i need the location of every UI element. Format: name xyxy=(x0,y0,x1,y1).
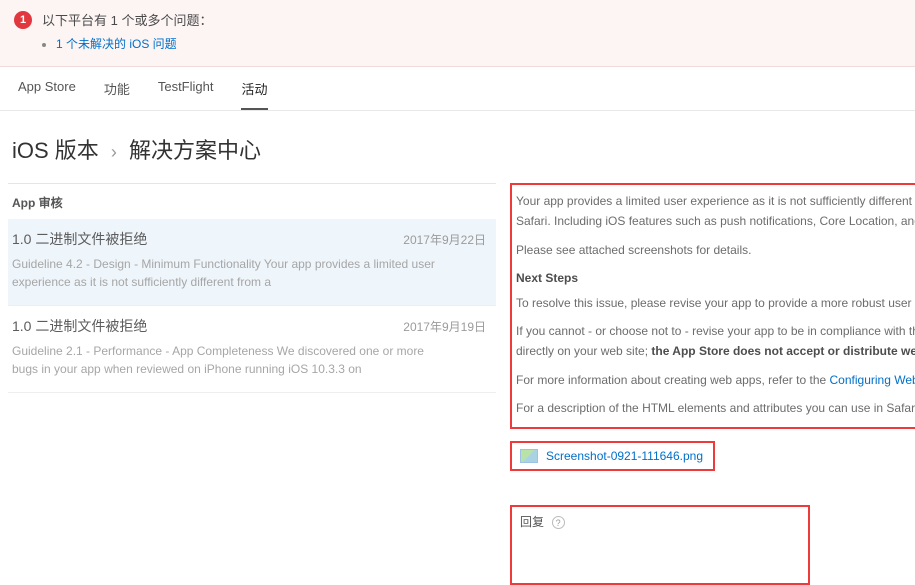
review-item-summary: Guideline 2.1 - Performance - App Comple… xyxy=(12,342,442,378)
review-item-title: 1.0 二进制文件被拒绝 xyxy=(12,316,147,336)
detail-line: Please see attached screenshots for deta… xyxy=(516,240,915,260)
tab-app-store[interactable]: App Store xyxy=(18,79,76,110)
next-steps-heading: Next Steps xyxy=(516,268,915,288)
review-item-date: 2017年9月19日 xyxy=(403,318,486,335)
alert-title: 以下平台有 1 个或多个问题： xyxy=(42,10,212,29)
breadcrumb: iOS 版本 › 解决方案中心 xyxy=(0,111,915,183)
platform-issues-alert: 1 以下平台有 1 个或多个问题： 1 个未解决的 iOS 问题 xyxy=(0,0,915,67)
help-icon[interactable]: ? xyxy=(552,516,565,529)
configuring-web-apps-link[interactable]: Configuring Web Applic xyxy=(830,373,915,387)
rejection-message-box: Your app provides a limited user experie… xyxy=(510,183,915,429)
top-tabs: App Store 功能 TestFlight 活动 xyxy=(0,67,915,111)
review-item-title: 1.0 二进制文件被拒绝 xyxy=(12,229,147,249)
breadcrumb-seg-1[interactable]: iOS 版本 xyxy=(12,138,99,163)
review-item[interactable]: 1.0 二进制文件被拒绝 2017年9月22日 Guideline 4.2 - … xyxy=(8,219,496,306)
review-item[interactable]: 1.0 二进制文件被拒绝 2017年9月19日 Guideline 2.1 - … xyxy=(8,306,496,393)
detail-line: Safari. Including iOS features such as p… xyxy=(516,211,915,231)
unresolved-ios-issue-link[interactable]: 1 个未解决的 iOS 问题 xyxy=(56,37,177,51)
detail-line: directly on your web site; the App Store… xyxy=(516,341,915,361)
attachment-box: Screenshot-0921-111646.png xyxy=(510,441,715,471)
tab-activity[interactable]: 活动 xyxy=(241,79,267,110)
detail-line: For a description of the HTML elements a… xyxy=(516,398,915,418)
tab-features[interactable]: 功能 xyxy=(104,79,130,110)
alert-list-item: 1 个未解决的 iOS 问题 xyxy=(56,35,901,52)
tab-testflight[interactable]: TestFlight xyxy=(158,79,214,110)
alert-count-badge: 1 xyxy=(14,11,32,29)
detail-line: If you cannot - or choose not to - revis… xyxy=(516,321,915,341)
breadcrumb-seg-2: 解决方案中心 xyxy=(129,138,261,163)
detail-line: To resolve this issue, please revise you… xyxy=(516,293,915,313)
detail-line: Your app provides a limited user experie… xyxy=(516,191,915,211)
review-item-date: 2017年9月22日 xyxy=(403,231,486,248)
review-detail-panel: Your app provides a limited user experie… xyxy=(496,183,915,585)
image-file-icon xyxy=(520,449,538,463)
review-item-summary: Guideline 4.2 - Design - Minimum Functio… xyxy=(12,255,442,291)
reply-label: 回复 xyxy=(520,515,544,529)
attachment-link[interactable]: Screenshot-0921-111646.png xyxy=(546,449,703,463)
detail-line: For more information about creating web … xyxy=(516,370,915,390)
review-list-panel: App 审核 1.0 二进制文件被拒绝 2017年9月22日 Guideline… xyxy=(8,183,496,585)
app-review-heading: App 审核 xyxy=(8,184,496,219)
chevron-right-icon: › xyxy=(105,142,123,162)
